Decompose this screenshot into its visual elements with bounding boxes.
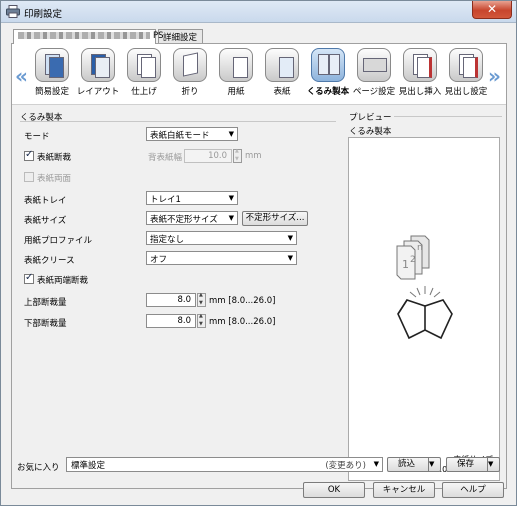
preview-title: プレビュー	[349, 113, 392, 123]
cover-icon	[265, 48, 299, 82]
simple-settings-icon	[35, 48, 69, 82]
cover-size-label: 表紙サイズ	[24, 216, 67, 226]
perfect-binding-book-illustration	[397, 286, 453, 340]
cancel-button[interactable]: キャンセル	[373, 482, 435, 498]
preview-divider	[394, 116, 502, 117]
tab-ps-label: PS	[153, 31, 164, 41]
save-button-label: 保存	[457, 459, 475, 469]
bottom-cut-range: mm [8.0...26.0]	[209, 317, 276, 327]
chevron-down-icon[interactable]: ▼	[428, 458, 440, 471]
page-settings-icon	[357, 48, 391, 82]
spine-width-input[interactable]: 10.0	[184, 149, 232, 163]
favorites-value: 標準設定	[71, 461, 106, 471]
favorites-label: お気に入り	[17, 463, 60, 473]
cover-size-select[interactable]: 表紙不定形サイズ ▼	[146, 211, 238, 225]
cover-cut-checkbox[interactable]	[24, 149, 34, 161]
favorites-changed-tag: (変更あり)	[325, 461, 366, 471]
save-button[interactable]: 保存 ▼	[446, 457, 500, 472]
printer-icon	[6, 5, 20, 18]
preview-page-n: n	[417, 243, 423, 253]
top-cut-spinner[interactable]	[197, 292, 206, 307]
fold-icon	[173, 48, 207, 82]
icon-tab-settings-label: 見出し設定	[444, 87, 488, 97]
icon-tab-settings[interactable]: 見出し設定	[444, 48, 488, 97]
chevron-down-icon: ▼	[287, 234, 293, 242]
spine-width-unit: mm	[245, 151, 262, 161]
chevron-down-icon[interactable]: ▼	[487, 458, 499, 471]
redacted-printer-name	[18, 32, 150, 39]
top-cut-input[interactable]: 8.0	[146, 293, 196, 307]
spine-width-label: 背表紙幅	[148, 153, 183, 163]
ok-button[interactable]: OK	[303, 482, 365, 498]
print-settings-dialog: 印刷設定 ✕ PS 詳細設定 « » 簡易設定 レイアウト 仕上げ 折り 用紙 …	[0, 0, 517, 506]
bottom-cut-spinner[interactable]	[197, 313, 206, 328]
function-icon-bar: « » 簡易設定 レイアウト 仕上げ 折り 用紙 表紙 くるみ製本 ページ設定 …	[12, 44, 506, 104]
favorites-select[interactable]: 標準設定 (変更あり) ▼	[66, 457, 383, 472]
chevron-down-icon: ▼	[228, 214, 234, 222]
cover-cut-label: 表紙断裁	[37, 153, 72, 163]
page-stack-illustration: 1 2 n	[396, 235, 430, 280]
tab-ps[interactable]: PS	[13, 29, 164, 44]
bottom-cut-label: 下部断裁量	[24, 319, 67, 329]
cover-crease-select-value: オフ	[150, 255, 168, 265]
load-button[interactable]: 読込 ▼	[387, 457, 441, 472]
cover-tray-select-value: トレイ1	[150, 195, 181, 205]
custom-size-button[interactable]: 不定形サイズ...	[242, 211, 308, 226]
bottom-cut-input[interactable]: 8.0	[146, 314, 196, 328]
layout-icon	[81, 48, 115, 82]
both-edge-cut-label: 表紙両端断裁	[37, 276, 89, 286]
tab-insert-icon	[403, 48, 437, 82]
preview-subtitle: くるみ製本	[349, 127, 392, 137]
chevron-down-icon: ▼	[228, 130, 234, 138]
top-cut-range: mm [8.0...26.0]	[209, 296, 276, 306]
paper-profile-select-value: 指定なし	[150, 235, 185, 245]
spine-width-spinner[interactable]	[233, 148, 242, 163]
help-button[interactable]: ヘルプ	[442, 482, 504, 498]
cover-crease-select[interactable]: オフ ▼	[146, 251, 297, 265]
title-bar: 印刷設定 ✕	[1, 1, 516, 23]
mode-label: モード	[24, 132, 50, 142]
perfect-binding-icon	[311, 48, 345, 82]
cover-double-label: 表紙両面	[37, 174, 72, 184]
both-edge-cut-checkbox[interactable]	[24, 272, 34, 284]
top-cut-label: 上部断裁量	[24, 298, 67, 308]
preview-page-1: 1	[402, 258, 409, 271]
paper-icon	[219, 48, 253, 82]
window-title: 印刷設定	[24, 9, 63, 20]
cover-tray-select[interactable]: トレイ1 ▼	[146, 191, 238, 205]
preview-page-2: 2	[410, 255, 416, 265]
chevron-down-icon: ▼	[287, 254, 293, 262]
mode-select[interactable]: 表紙白紙モード ▼	[146, 127, 238, 141]
preview-pane: 1 2 n 表紙サイズ 210.0x297.0 mm	[348, 137, 500, 481]
chevron-down-icon: ▼	[373, 460, 379, 468]
paper-profile-label: 用紙プロファイル	[24, 236, 93, 246]
cover-size-select-value: 表紙不定形サイズ	[150, 215, 218, 225]
finishing-icon	[127, 48, 161, 82]
chevron-down-icon: ▼	[228, 194, 234, 202]
cover-crease-label: 表紙クリース	[24, 256, 75, 266]
footer: お気に入り 標準設定 (変更あり) ▼ 読込 ▼ 保存 ▼ OK キャンセル ヘルプ	[1, 451, 516, 505]
mode-select-value: 表紙白紙モード	[150, 131, 210, 141]
load-button-label: 読込	[398, 459, 416, 469]
tab-settings-icon	[449, 48, 483, 82]
cover-double-checkbox[interactable]	[24, 172, 34, 182]
cover-tray-label: 表紙トレイ	[24, 196, 67, 206]
tab-advanced-settings[interactable]: 詳細設定	[158, 29, 203, 43]
close-button[interactable]: ✕	[472, 1, 512, 19]
content-area: « » 簡易設定 レイアウト 仕上げ 折り 用紙 表紙 くるみ製本 ページ設定 …	[11, 43, 507, 489]
paper-profile-select[interactable]: 指定なし ▼	[146, 231, 297, 245]
section-divider	[20, 121, 336, 122]
settings-panel: くるみ製本 モード 表紙白紙モード ▼ 表紙断裁 背表紙幅 10.0 mm 表紙両…	[12, 104, 506, 488]
